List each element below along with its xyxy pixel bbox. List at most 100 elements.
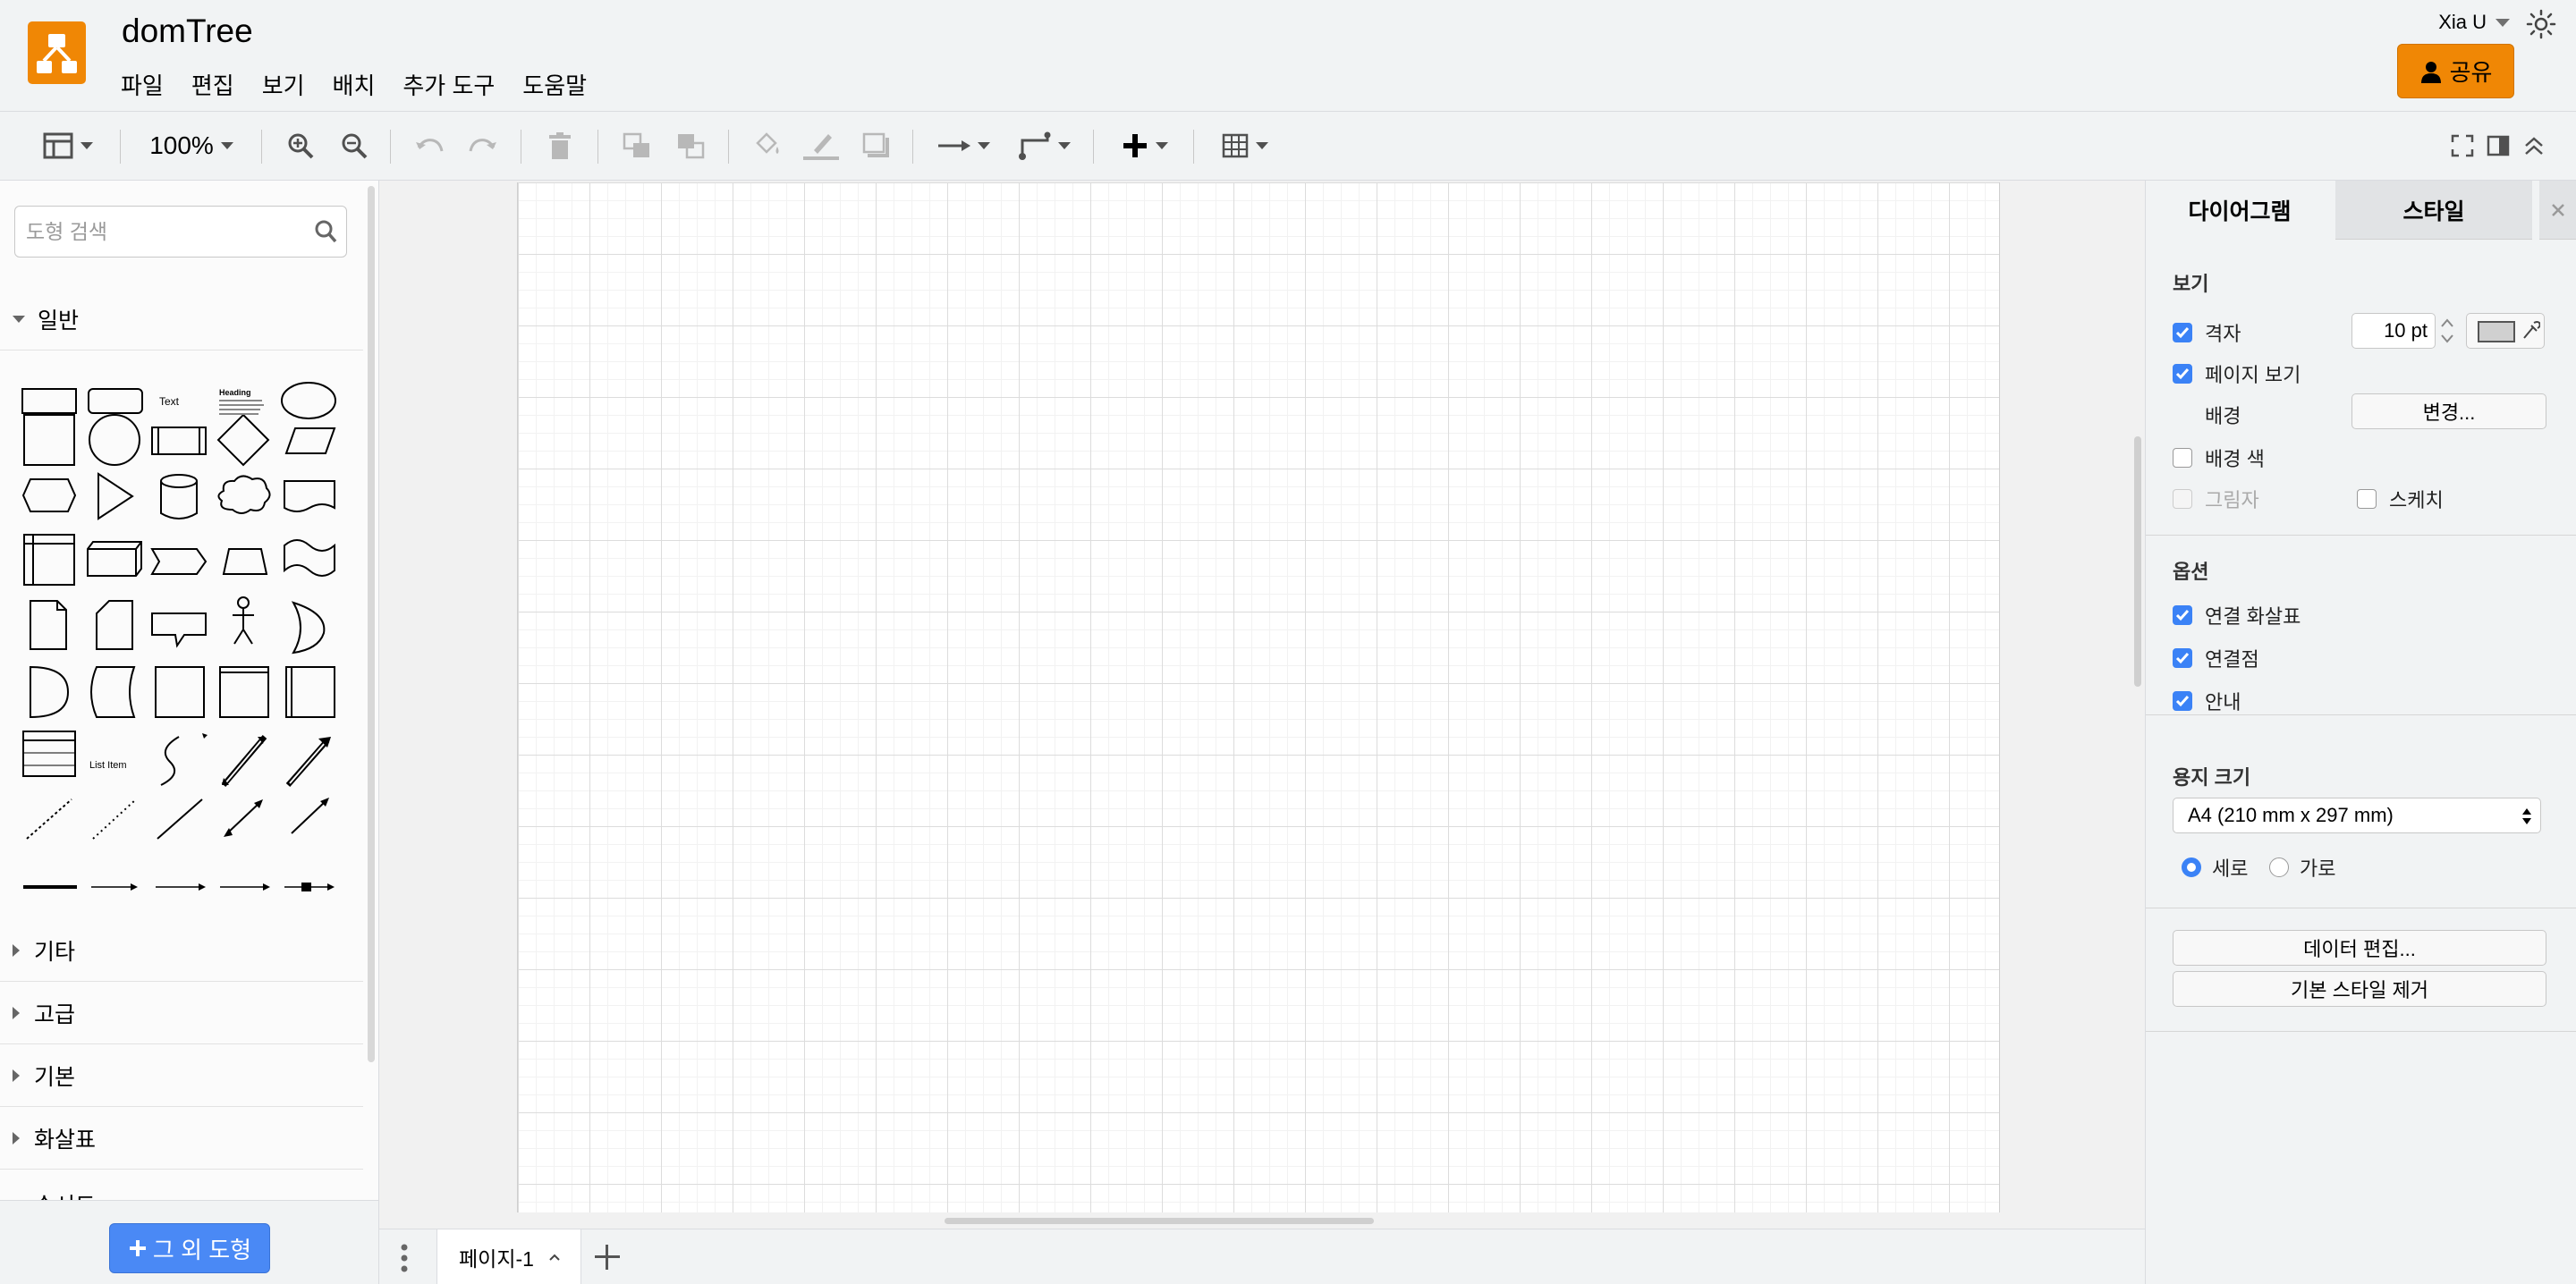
vertical-scrollbar[interactable]: [2134, 436, 2141, 687]
landscape-option[interactable]: 가로: [2269, 853, 2335, 882]
shape-actor[interactable]: [233, 596, 254, 645]
guides-checkbox[interactable]: [2173, 691, 2192, 711]
shape-card[interactable]: [96, 600, 133, 650]
shape-ellipse[interactable]: [281, 382, 336, 419]
shape-line[interactable]: [157, 798, 203, 840]
guides-option[interactable]: 안내: [2173, 687, 2241, 715]
shape-callout[interactable]: [151, 612, 207, 648]
shape-vertical-container[interactable]: [285, 666, 335, 718]
grid-size-input[interactable]: 10 pt: [2351, 313, 2436, 349]
section-basic[interactable]: 기본: [0, 1044, 363, 1107]
portrait-option[interactable]: 세로: [2182, 853, 2248, 882]
clear-default-style-button[interactable]: 기본 스타일 제거: [2173, 971, 2546, 1007]
change-background-button[interactable]: 변경...: [2351, 393, 2546, 429]
grid-option[interactable]: 격자: [2173, 318, 2241, 347]
background-color-checkbox[interactable]: [2173, 448, 2192, 468]
shape-triangle[interactable]: [97, 472, 134, 520]
background-color-option[interactable]: 배경 색: [2173, 443, 2265, 472]
shape-arrow[interactable]: [285, 739, 330, 787]
connection-arrows-option[interactable]: 연결 화살표: [2173, 601, 2301, 629]
chevron-up-icon[interactable]: [548, 1253, 561, 1262]
shape-search-input[interactable]: [26, 215, 303, 248]
section-misc[interactable]: 기타: [0, 919, 363, 982]
to-front-button[interactable]: [619, 126, 655, 165]
portrait-radio[interactable]: [2182, 857, 2201, 877]
shape-tape[interactable]: [284, 539, 335, 577]
paper-size-select[interactable]: A4 (210 mm x 297 mm): [2173, 798, 2541, 833]
menu-extras[interactable]: 추가 도구: [402, 68, 496, 101]
fullscreen-button[interactable]: [2447, 126, 2478, 165]
diagram-page[interactable]: [517, 182, 2000, 1212]
shape-cylinder[interactable]: [160, 474, 198, 520]
shape-dashed-line[interactable]: [26, 798, 72, 840]
search-icon[interactable]: [314, 219, 337, 244]
section-advanced[interactable]: 고급: [0, 982, 363, 1044]
insert-button[interactable]: [1113, 126, 1177, 165]
sketch-option[interactable]: 스케치: [2357, 485, 2444, 513]
shape-note[interactable]: [30, 600, 67, 650]
table-button[interactable]: [1213, 126, 1277, 165]
shape-container[interactable]: [155, 666, 205, 718]
sidebar-scrollbar[interactable]: [368, 186, 375, 1062]
redo-button[interactable]: [465, 126, 501, 165]
shape-list-item[interactable]: List Item: [89, 760, 127, 771]
shape-process[interactable]: [151, 427, 207, 455]
horizontal-scrollbar[interactable]: [945, 1218, 1374, 1224]
shape-curve[interactable]: [160, 736, 180, 786]
tab-diagram[interactable]: 다이어그램: [2146, 181, 2334, 240]
zoom-out-button[interactable]: [336, 126, 372, 165]
shape-textbox[interactable]: Heading: [219, 388, 264, 415]
shape-stored-data[interactable]: [90, 666, 136, 718]
tab-style[interactable]: 스타일: [2335, 181, 2532, 240]
page-tab[interactable]: 페이지-1: [436, 1229, 581, 1284]
shape-cube[interactable]: [87, 541, 142, 577]
app-title[interactable]: domTree: [122, 13, 253, 50]
grid-color-button[interactable]: [2466, 313, 2545, 349]
connection-style-button[interactable]: [934, 126, 995, 165]
connection-points-checkbox[interactable]: [2173, 648, 2192, 668]
shape-diamond[interactable]: [216, 413, 270, 467]
shape-bidirectional-arrow[interactable]: [221, 735, 267, 787]
shape-hexagon[interactable]: [21, 478, 77, 512]
connection-points-option[interactable]: 연결점: [2173, 644, 2259, 672]
shape-document[interactable]: [284, 480, 335, 512]
format-panel-toggle[interactable]: [36, 126, 100, 165]
menu-arrange[interactable]: 배치: [332, 68, 377, 101]
more-vertical-icon[interactable]: [397, 1242, 411, 1274]
page-view-option[interactable]: 페이지 보기: [2173, 359, 2301, 388]
sketch-checkbox[interactable]: [2357, 489, 2377, 509]
diagram-canvas[interactable]: [379, 181, 2145, 1229]
shape-circle[interactable]: [89, 414, 140, 466]
sun-icon[interactable]: [2526, 9, 2556, 39]
shape-internal-storage[interactable]: [23, 534, 75, 586]
user-menu[interactable]: Xia U: [2438, 11, 2510, 34]
shape-text[interactable]: Text: [159, 395, 180, 408]
shape-swimlane[interactable]: [219, 666, 269, 718]
to-back-button[interactable]: [673, 126, 708, 165]
grid-checkbox[interactable]: [2173, 323, 2192, 342]
menu-view[interactable]: 보기: [261, 68, 306, 101]
toggle-format-panel-button[interactable]: [2483, 126, 2513, 165]
share-button[interactable]: 공유: [2397, 44, 2514, 98]
more-shapes-button[interactable]: 그 외 도형: [109, 1223, 270, 1273]
shadow-button[interactable]: [859, 126, 894, 165]
shape-directional-connector[interactable]: [291, 800, 326, 834]
undo-button[interactable]: [411, 126, 447, 165]
delete-button[interactable]: [542, 126, 578, 165]
app-logo[interactable]: [28, 21, 86, 84]
section-arrows[interactable]: 화살표: [0, 1107, 363, 1170]
zoom-in-button[interactable]: [283, 126, 318, 165]
shape-bidirectional-connector[interactable]: [226, 802, 260, 834]
line-color-button[interactable]: [803, 126, 839, 165]
waypoints-button[interactable]: [1014, 126, 1075, 165]
menu-file[interactable]: 파일: [120, 68, 165, 101]
page-view-checkbox[interactable]: [2173, 364, 2192, 384]
shape-trapezoid[interactable]: [222, 548, 268, 575]
zoom-dropdown[interactable]: 100%: [141, 126, 242, 165]
collapse-toolbar-button[interactable]: [2519, 126, 2549, 165]
edit-data-button[interactable]: 데이터 편집...: [2173, 930, 2546, 966]
shape-list[interactable]: [22, 731, 76, 777]
shape-dotted-line[interactable]: [92, 798, 137, 840]
shape-connector-symbol[interactable]: [284, 883, 333, 891]
fill-color-button[interactable]: [750, 126, 785, 165]
